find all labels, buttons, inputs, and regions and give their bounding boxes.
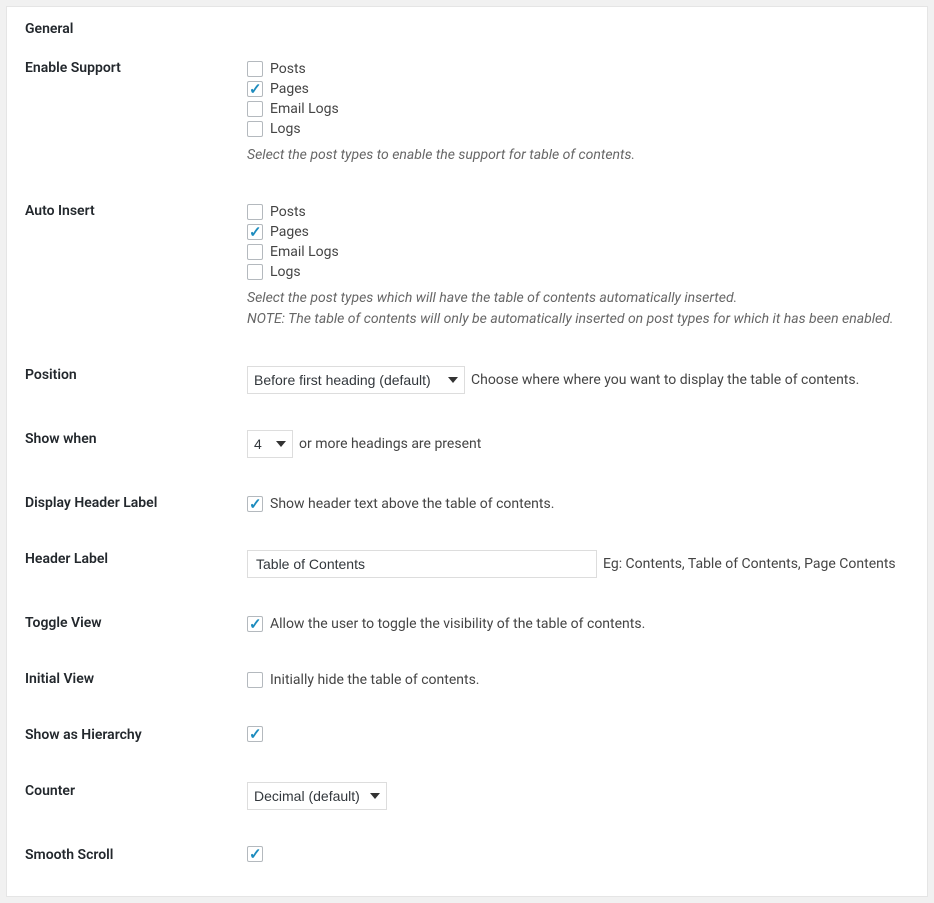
row-show-when: Show when 4 or more headings are present bbox=[25, 430, 909, 458]
label-toggle-view: Toggle View bbox=[25, 614, 247, 631]
label-smooth-scroll: Smooth Scroll bbox=[25, 846, 247, 863]
enable-support-desc: Select the post types to enable the supp… bbox=[247, 145, 909, 166]
auto-logs-label: Logs bbox=[270, 262, 301, 282]
row-auto-insert: Auto Insert Posts Pages Email Logs Logs … bbox=[25, 202, 909, 330]
field-show-when: 4 or more headings are present bbox=[247, 430, 909, 458]
enable-pages-checkbox[interactable] bbox=[247, 81, 263, 97]
auto-insert-desc1: Select the post types which will have th… bbox=[247, 288, 909, 309]
enable-logs-checkbox[interactable] bbox=[247, 121, 263, 137]
show-when-note: or more headings are present bbox=[299, 436, 481, 452]
enable-logs-label: Logs bbox=[270, 119, 301, 139]
auto-pages-label: Pages bbox=[270, 222, 309, 242]
field-counter: Decimal (default) bbox=[247, 782, 909, 810]
field-header-label: Eg: Contents, Table of Contents, Page Co… bbox=[247, 550, 909, 578]
field-hierarchy bbox=[247, 726, 909, 746]
position-select[interactable]: Before first heading (default) bbox=[247, 366, 465, 394]
row-hierarchy: Show as Hierarchy bbox=[25, 726, 909, 746]
toggle-view-checkbox[interactable] bbox=[247, 616, 263, 632]
enable-emaillogs-label: Email Logs bbox=[270, 99, 339, 119]
display-header-text: Show header text above the table of cont… bbox=[270, 494, 554, 514]
smooth-scroll-checkbox[interactable] bbox=[247, 846, 263, 862]
auto-emaillogs-checkbox[interactable] bbox=[247, 244, 263, 260]
auto-emaillogs-label: Email Logs bbox=[270, 242, 339, 262]
label-hierarchy: Show as Hierarchy bbox=[25, 726, 247, 743]
row-toggle-view: Toggle View Allow the user to toggle the… bbox=[25, 614, 909, 634]
initial-view-text: Initially hide the table of contents. bbox=[270, 670, 480, 690]
field-initial-view: Initially hide the table of contents. bbox=[247, 670, 909, 690]
field-toggle-view: Allow the user to toggle the visibility … bbox=[247, 614, 909, 634]
auto-pages-checkbox[interactable] bbox=[247, 224, 263, 240]
display-header-checkbox[interactable] bbox=[247, 496, 263, 512]
hierarchy-checkbox[interactable] bbox=[247, 726, 263, 742]
show-when-select[interactable]: 4 bbox=[247, 430, 293, 458]
header-label-input[interactable] bbox=[247, 550, 597, 578]
field-display-header: Show header text above the table of cont… bbox=[247, 494, 909, 514]
enable-emaillogs-checkbox[interactable] bbox=[247, 101, 263, 117]
enable-posts-label: Posts bbox=[270, 59, 306, 79]
row-initial-view: Initial View Initially hide the table of… bbox=[25, 670, 909, 690]
initial-view-checkbox[interactable] bbox=[247, 672, 263, 688]
field-smooth-scroll bbox=[247, 846, 909, 866]
label-show-when: Show when bbox=[25, 430, 247, 447]
row-enable-support: Enable Support Posts Pages Email Logs Lo… bbox=[25, 59, 909, 166]
auto-posts-label: Posts bbox=[270, 202, 306, 222]
counter-select[interactable]: Decimal (default) bbox=[247, 782, 387, 810]
position-note: Choose where where you want to display t… bbox=[471, 372, 859, 388]
auto-insert-desc2: NOTE: The table of contents will only be… bbox=[247, 309, 909, 330]
header-label-note: Eg: Contents, Table of Contents, Page Co… bbox=[603, 556, 896, 572]
field-position: Before first heading (default) Choose wh… bbox=[247, 366, 909, 394]
row-smooth-scroll: Smooth Scroll bbox=[25, 846, 909, 866]
auto-logs-checkbox[interactable] bbox=[247, 264, 263, 280]
toggle-view-text: Allow the user to toggle the visibility … bbox=[270, 614, 645, 634]
row-position: Position Before first heading (default) … bbox=[25, 366, 909, 394]
enable-pages-label: Pages bbox=[270, 79, 309, 99]
label-header-label: Header Label bbox=[25, 550, 247, 567]
label-display-header: Display Header Label bbox=[25, 494, 247, 511]
label-initial-view: Initial View bbox=[25, 670, 247, 687]
section-title: General bbox=[25, 21, 909, 37]
auto-posts-checkbox[interactable] bbox=[247, 204, 263, 220]
row-display-header: Display Header Label Show header text ab… bbox=[25, 494, 909, 514]
row-header-label: Header Label Eg: Contents, Table of Cont… bbox=[25, 550, 909, 578]
label-enable-support: Enable Support bbox=[25, 59, 247, 76]
label-auto-insert: Auto Insert bbox=[25, 202, 247, 219]
settings-panel: General Enable Support Posts Pages Email… bbox=[6, 6, 928, 897]
label-position: Position bbox=[25, 366, 247, 383]
label-counter: Counter bbox=[25, 782, 247, 799]
enable-posts-checkbox[interactable] bbox=[247, 61, 263, 77]
field-auto-insert: Posts Pages Email Logs Logs Select the p… bbox=[247, 202, 909, 330]
row-counter: Counter Decimal (default) bbox=[25, 782, 909, 810]
field-enable-support: Posts Pages Email Logs Logs Select the p… bbox=[247, 59, 909, 166]
